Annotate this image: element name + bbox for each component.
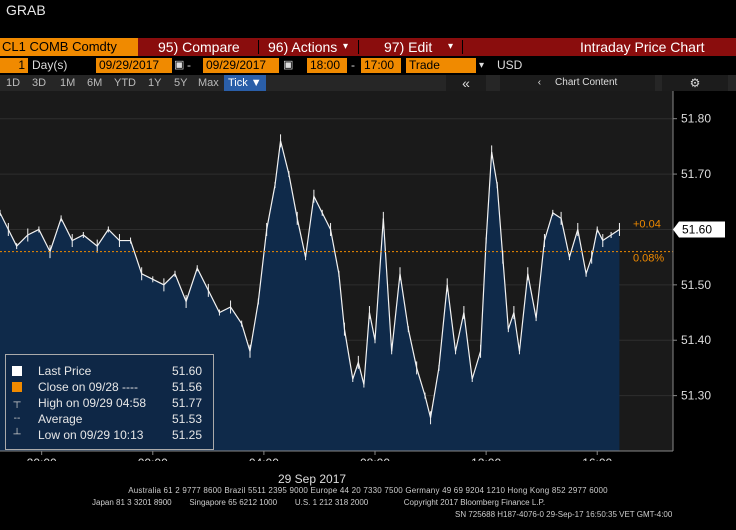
market-select[interactable]: Trade [406,58,476,73]
legend-label: Low on 09/29 10:13 [38,428,144,442]
tab-1d[interactable]: 1D [6,75,20,91]
y-tick-label: 51.40 [681,333,711,347]
tab-tick[interactable]: Tick ▼ [224,75,266,91]
edit-button[interactable]: 97) Edit [384,38,432,56]
compare-button[interactable]: 95) Compare [158,38,240,56]
dropdown-arrow-icon[interactable]: ▾ [479,58,484,73]
start-date-field[interactable]: 09/29/2017 [96,58,172,73]
separator [358,40,359,54]
x-tick-label: 00:00 [138,456,168,461]
legend-value: 51.60 [172,364,203,378]
currency-field[interactable]: USD [497,58,522,73]
tab-1y[interactable]: 1Y [148,75,161,91]
app-title: GRAB [6,2,46,18]
period-count-field[interactable]: 1 [0,58,28,73]
change-pct-label: 0.08% [633,253,664,265]
actions-dropdown-icon[interactable]: ▾ [343,38,348,56]
y-tick-label: 51.80 [681,112,711,126]
chart-legend: Last Price 51.60 Close on 09/28 ---- 51.… [5,354,214,450]
footer-contacts-2: Japan 81 3 3201 8900 Singapore 65 6212 1… [92,498,546,507]
y-tick-label: 51.30 [681,389,711,403]
edit-dropdown-icon[interactable]: ▾ [448,38,453,56]
legend-label: High on 09/29 04:58 [38,396,147,410]
high-marker-icon: ┬ [13,397,21,408]
command-bar: CL1 COMB Comdty 95) Compare 96) Actions … [0,38,736,56]
chart-content-button[interactable]: ‹ Chart Content [500,75,655,91]
end-date-field[interactable]: 09/29/2017 [203,58,279,73]
time-range-dash: - [351,58,355,72]
last-price-marker: 51.60 [673,221,725,238]
x-axis-date-label: 29 Sep 2017 [278,472,347,486]
chart-content-label: Chart Content [555,77,618,88]
legend-low[interactable]: ┴ Low on 09/29 10:13 51.25 [6,427,213,443]
last-price-label: 51.60 [682,222,712,236]
tab-3d[interactable]: 3D [32,75,46,91]
legend-value: 51.53 [172,412,203,426]
orange-square-icon [12,382,22,392]
legend-last-price[interactable]: Last Price 51.60 [6,363,213,379]
x-tick-label: 04:00 [249,456,279,461]
legend-value: 51.25 [172,428,203,442]
low-marker-icon: ┴ [13,429,21,440]
separator [258,40,259,54]
end-time-field[interactable]: 17:00 [361,58,401,73]
legend-prev-close[interactable]: Close on 09/28 ---- 51.56 [6,379,213,395]
x-tick-label: 16:00 [582,456,612,461]
white-square-icon [12,366,22,376]
x-tick-label: 12:00 [471,456,501,461]
date-range-bar: 1 Day(s) 09/29/2017 ▣ - 09/29/2017 ▣ 18:… [0,57,736,74]
tab-ytd[interactable]: YTD [114,75,136,91]
footer-session: SN 725688 H187-4076-0 29-Sep-17 16:50:35… [455,510,673,519]
legend-high[interactable]: ┬ High on 09/29 04:58 51.77 [6,395,213,411]
x-tick-label: 08:00 [360,456,390,461]
footer-contacts: Australia 61 2 9777 8600 Brazil 5511 239… [128,486,608,495]
legend-value: 51.56 [172,380,203,394]
calendar-icon[interactable]: ▣ [174,58,184,73]
tab-6m[interactable]: 6M [87,75,102,91]
period-unit-field[interactable]: Day(s) [32,58,67,73]
actions-button[interactable]: 96) Actions [268,38,337,56]
period-tabs-bar: 1D 3D 1M 6M YTD 1Y 5Y Max Tick ▼ « ‹ Char… [0,75,736,91]
legend-label: Average [38,412,83,426]
legend-value: 51.77 [172,396,203,410]
legend-average[interactable]: -- Average 51.53 [6,411,213,427]
average-line-icon: -- [13,413,21,424]
x-tick-label: 20:00 [27,456,57,461]
chevron-left-icon: ‹ [537,77,542,88]
y-tick-label: 51.70 [681,167,711,181]
legend-label: Close on 09/28 ---- [38,380,139,394]
chart-name: Intraday Price Chart [580,39,705,55]
ticker-field[interactable]: CL1 COMB Comdty [0,38,138,56]
legend-label: Last Price [38,364,92,378]
y-tick-label: 51.50 [681,278,711,292]
tab-5y[interactable]: 5Y [174,75,187,91]
separator [462,40,463,54]
change-label: +0.04 [633,218,661,230]
tab-max[interactable]: Max [198,75,219,91]
calendar-icon[interactable]: ▣ [283,58,293,73]
start-time-field[interactable]: 18:00 [307,58,347,73]
collapse-icon[interactable]: « [446,75,486,91]
date-range-dash: - [187,58,191,72]
gear-icon[interactable]: ⚙ [662,75,728,91]
tab-1m[interactable]: 1M [60,75,75,91]
